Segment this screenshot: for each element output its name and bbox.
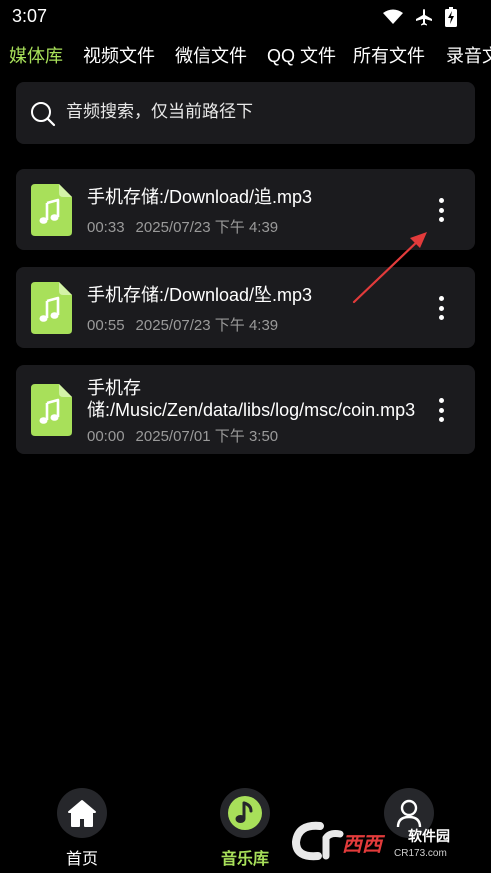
file-meta: 00:55 2025/07/23 下午 4:39: [87, 314, 278, 335]
more-dot: [438, 398, 444, 403]
home-icon: [68, 800, 96, 827]
more-dot: [438, 407, 444, 413]
cr173-logo-icon: [291, 821, 344, 861]
nav-home-label: 首页: [65, 851, 98, 868]
file-duration: 00:00: [87, 428, 125, 445]
watermark-brand: 西西: [342, 834, 382, 856]
tab-qq-files[interactable]: QQ 文件: [267, 42, 336, 68]
audio-file-icon: [31, 384, 72, 436]
more-dot: [438, 198, 444, 203]
airplane-icon: [416, 9, 432, 26]
tab-wechat-files[interactable]: 微信文件: [175, 42, 247, 68]
search-icon: [31, 102, 56, 127]
nav-music-circle: [220, 788, 270, 838]
file-duration: 00:33: [87, 219, 125, 236]
file-name: 手机存储:/Music/Zen/data/libs/log/msc/coin.m…: [87, 378, 416, 420]
annotation-arrow-icon: [352, 232, 427, 304]
battery-charging-icon: [445, 7, 457, 27]
watermark-subtitle: 软件园: [408, 828, 450, 844]
search-input[interactable]: [66, 102, 456, 122]
status-time: 3:07: [12, 6, 48, 26]
more-dot: [438, 207, 444, 213]
tab-video-files[interactable]: 视频文件: [83, 42, 155, 68]
more-dot: [438, 217, 444, 222]
music-note-icon: [228, 796, 262, 830]
watermark-logo: 西西 软件园 CR173.com: [290, 818, 470, 864]
file-meta: 00:00 2025/07/01 下午 3:50: [87, 425, 278, 446]
file-meta: 00:33 2025/07/23 下午 4:39: [87, 216, 278, 237]
category-tabs: 媒体库 视频文件 微信文件 QQ 文件 所有文件 录音文: [0, 38, 491, 70]
wifi-icon: [383, 9, 403, 24]
more-options-button[interactable]: [429, 195, 453, 225]
watermark-url: CR173.com: [394, 848, 447, 859]
tab-all-files[interactable]: 所有文件: [353, 42, 425, 68]
file-name: 手机存储:/Download/追.mp3: [87, 187, 313, 207]
audio-file-icon: [31, 282, 72, 334]
status-bar: 3:07: [0, 0, 491, 34]
audio-file-icon: [31, 184, 72, 236]
tab-recordings[interactable]: 录音文: [446, 42, 491, 68]
file-item[interactable]: 手机存储:/Music/Zen/data/libs/log/msc/coin.m…: [16, 365, 475, 454]
status-icons: [383, 7, 457, 27]
nav-music-label: 音乐库: [220, 851, 269, 868]
file-date: 2025/07/23 下午 4:39: [135, 317, 279, 334]
more-dot: [438, 417, 444, 422]
more-dot: [438, 315, 444, 320]
nav-home-circle: [57, 788, 107, 838]
file-duration: 00:55: [87, 317, 125, 334]
nav-music-library[interactable]: 音乐库: [205, 788, 285, 869]
search-bar[interactable]: [16, 82, 475, 144]
file-date: 2025/07/23 下午 4:39: [135, 219, 279, 236]
tab-media-library[interactable]: 媒体库: [9, 42, 63, 68]
file-date: 2025/07/01 下午 3:50: [135, 428, 279, 445]
nav-home[interactable]: 首页: [42, 788, 122, 869]
more-options-button[interactable]: [429, 395, 453, 425]
